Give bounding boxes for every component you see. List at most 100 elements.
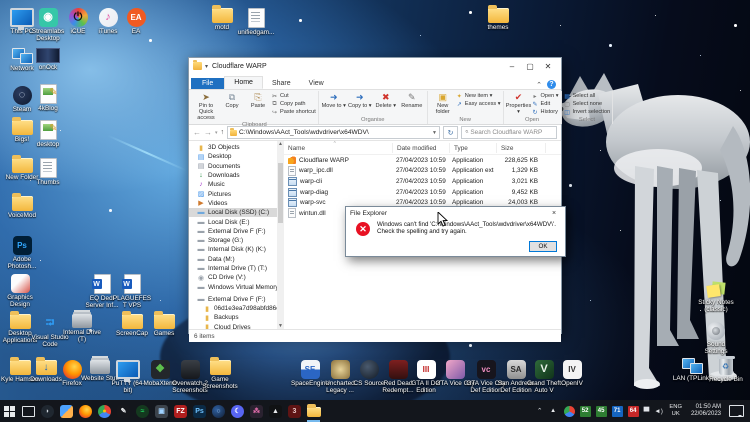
file-row-warp-diag[interactable]: warp-diag27/04/2023 10:59 PMApplication9…	[284, 187, 561, 198]
ribbon-button-easy-access[interactable]: ↗Easy access ▾	[456, 100, 501, 108]
temp-64[interactable]: 64	[625, 406, 641, 417]
desktop-icon-openiv[interactable]: IVOpenIV	[552, 360, 592, 387]
chrome[interactable]: ●	[95, 400, 114, 422]
nav-item-3d-objects[interactable]: ▮3D Objects	[189, 143, 277, 152]
sharex[interactable]: ▣	[152, 400, 171, 422]
nav-item-windows-virtual-memory-[interactable]: ▬Windows Virtual Memory (	[189, 282, 277, 291]
volume-tray-icon[interactable]: ◄)	[652, 400, 666, 422]
firefox[interactable]	[76, 400, 95, 422]
nav-item-downloads[interactable]: ↓Downloads	[189, 171, 277, 180]
dialog-titlebar[interactable]: File Explorer ×	[346, 207, 565, 219]
language-indicator[interactable]: ENGUK	[665, 404, 686, 418]
desktop-icon-plaguefest-doc[interactable]: PLAGUEFEST VPS	[112, 274, 152, 309]
afterburner-tray[interactable]: ▲	[545, 406, 561, 417]
ribbon-button-paste-shortcut[interactable]: ↪Paste shortcut	[271, 108, 316, 116]
dialog-close-icon[interactable]: ×	[547, 210, 561, 217]
desktop-icon-onock[interactable]: onOck	[28, 48, 68, 71]
nav-item-local-disk-e-[interactable]: ▬Local Disk (E:)	[189, 217, 277, 226]
scroll-up-icon[interactable]: ▲	[277, 141, 284, 147]
nav-item-desktop[interactable]: ▤Desktop	[189, 152, 277, 161]
gta3-app[interactable]: 3	[285, 400, 304, 422]
mail-app[interactable]: ◗	[38, 400, 57, 422]
ribbon-button-move-to[interactable]: ➜Move to ▾	[321, 91, 347, 111]
tab-home[interactable]: Home	[224, 76, 263, 89]
obs[interactable]: ▲	[266, 400, 285, 422]
ribbon-button-select-none[interactable]: ▢Select none	[564, 100, 611, 108]
refresh-icon[interactable]: ↻	[443, 126, 458, 139]
browser-globe[interactable]: ○	[209, 400, 228, 422]
desktop-icon-themes-folder[interactable]: themes	[478, 8, 518, 31]
ribbon-button-open[interactable]: ▸Open ▾	[532, 92, 559, 100]
filezilla[interactable]: FZ	[171, 400, 190, 422]
back-icon[interactable]: ←	[193, 128, 201, 137]
column-header-size[interactable]: Size	[497, 143, 546, 153]
ribbon-button-copy-path[interactable]: ⧉Copy path	[271, 100, 316, 108]
nav-item-cloud-drives[interactable]: ▮Cloud Drives	[189, 323, 277, 329]
desktop-icon-unifiedgam-file[interactable]: unifiedgam...	[236, 8, 276, 36]
file-row-cloudflare-warp[interactable]: Cloudflare WARP27/04/2023 10:59 PMApplic…	[284, 155, 561, 166]
nav-item-local-disk-ssd-c-[interactable]: ▬Local Disk (SSD) (C:)	[189, 208, 277, 217]
ribbon-button-copy-to[interactable]: ➜Copy to ▾	[347, 91, 373, 111]
ribbon-button-new-item[interactable]: ✦New item ▾	[456, 92, 501, 100]
nav-item-storage-g-[interactable]: ▬Storage (G:)	[189, 236, 277, 245]
task-view-button[interactable]	[19, 400, 38, 422]
photoshop[interactable]: Ps	[190, 400, 209, 422]
paint3d[interactable]: ⁂	[247, 400, 266, 422]
chrome-tray[interactable]	[561, 406, 577, 417]
scroll-down-icon[interactable]: ▼	[277, 323, 284, 329]
action-center-icon[interactable]	[729, 405, 744, 417]
nav-item-backups[interactable]: ▮Backups	[189, 313, 277, 322]
explorer-titlebar[interactable]: ▾ Cloudflare WARP – ▢ ✕	[189, 58, 561, 74]
nav-item-external-drive-f-f-[interactable]: ▬External Drive F (F:)	[189, 227, 277, 236]
nav-item-06d1e3ea7d98abfd86c5652fe[interactable]: ▮06d1e3ea7d98abfd86c5652fe	[189, 304, 277, 313]
temp-52[interactable]: 52	[577, 406, 593, 417]
nav-item-cd-drive-v-[interactable]: ◉CD Drive (V:)	[189, 273, 277, 282]
start-button[interactable]	[0, 400, 19, 422]
desktop-icon-thumbs-file[interactable]: Thumbs	[28, 158, 68, 186]
column-header-date-modified[interactable]: Date modified	[393, 143, 450, 153]
minimize-button[interactable]: –	[503, 59, 521, 73]
close-button[interactable]: ✕	[539, 59, 557, 73]
address-bar[interactable]: C:\Windows\AAct_Tools\wdvdriver\x64WDV\ …	[227, 126, 440, 139]
discord[interactable]: ☾	[228, 400, 247, 422]
tab-share[interactable]: Share	[263, 78, 300, 89]
file-row-warp-ipc-dll[interactable]: warp_ipc.dll27/04/2023 10:59 PMApplicati…	[284, 166, 561, 177]
desktop-icon-voicemod-folder[interactable]: VoiceMod	[2, 196, 42, 219]
desktop-icon-ea[interactable]: EAEA	[116, 8, 156, 35]
search-input[interactable]: ⌕ Search Cloudflare WARP	[461, 126, 557, 139]
desktop-icon-recycle-bin[interactable]: Recycle Bin	[706, 358, 746, 383]
forward-icon[interactable]: →	[204, 128, 212, 137]
ribbon-button-paste[interactable]: ⎘Paste	[245, 91, 271, 111]
help-icon[interactable]: ?	[547, 80, 556, 89]
column-header-type[interactable]: Type	[450, 143, 497, 153]
quick-access-toolbar-chevron[interactable]: ▾	[205, 63, 208, 70]
maximize-button[interactable]: ▢	[521, 59, 539, 73]
address-path[interactable]: C:\Windows\AAct_Tools\wdvdriver\x64WDV\	[239, 129, 430, 136]
desktop-icon-sound-settings[interactable]: Sound Settings	[696, 322, 736, 355]
nav-item-internal-drive-t-t-[interactable]: ▬Internal Drive (T) (T:)	[189, 264, 277, 273]
ribbon-button-delete[interactable]: ✖Delete ▾	[373, 91, 399, 111]
ribbon-button-select-all[interactable]: ▦Select all	[564, 92, 611, 100]
ok-button[interactable]: OK	[529, 241, 557, 252]
up-icon[interactable]: ↑	[221, 129, 225, 136]
nav-item-external-drive-f-f-[interactable]: ▬External Drive F (F:)	[189, 295, 277, 304]
ribbon-button-new-folder[interactable]: ▣New folder	[430, 91, 456, 117]
desktop-icon-game-screenshots-folder[interactable]: Game Screenshots	[200, 360, 240, 390]
navigation-scrollbar[interactable]: ▲ ▼	[277, 141, 284, 329]
address-dropdown-chevron[interactable]: ▼	[432, 130, 437, 136]
desktop-icon-4kblog-file[interactable]: 4kBlog	[28, 84, 68, 112]
tab-file[interactable]: File	[191, 78, 224, 89]
ribbon-button-invert-selection[interactable]: ◫Invert selection	[564, 108, 611, 116]
nav-item-data-m-[interactable]: ▬Data (M:)	[189, 255, 277, 264]
network-tray-icon[interactable]: ▀	[641, 400, 652, 422]
tray-expand-chevron[interactable]: ⌃	[534, 400, 545, 422]
desktop-icon-adobe-photoshop[interactable]: PsAdobe Photosh...	[2, 236, 42, 270]
desktop-icon-graphics-design-file[interactable]: Graphics Design	[0, 274, 40, 308]
collapse-ribbon-icon[interactable]: ⌃	[536, 81, 542, 89]
ribbon-button-properties[interactable]: ✔Properties ▾	[506, 91, 532, 117]
ribbon-button-history[interactable]: ↻History	[532, 108, 559, 116]
nav-item-documents[interactable]: ▤Documents	[189, 162, 277, 171]
desktop-icon-sticky-notes[interactable]: Sticky Notes (classic)	[696, 282, 736, 313]
tab-view[interactable]: View	[300, 78, 333, 89]
ribbon-button-cut[interactable]: ✂Cut	[271, 92, 316, 100]
